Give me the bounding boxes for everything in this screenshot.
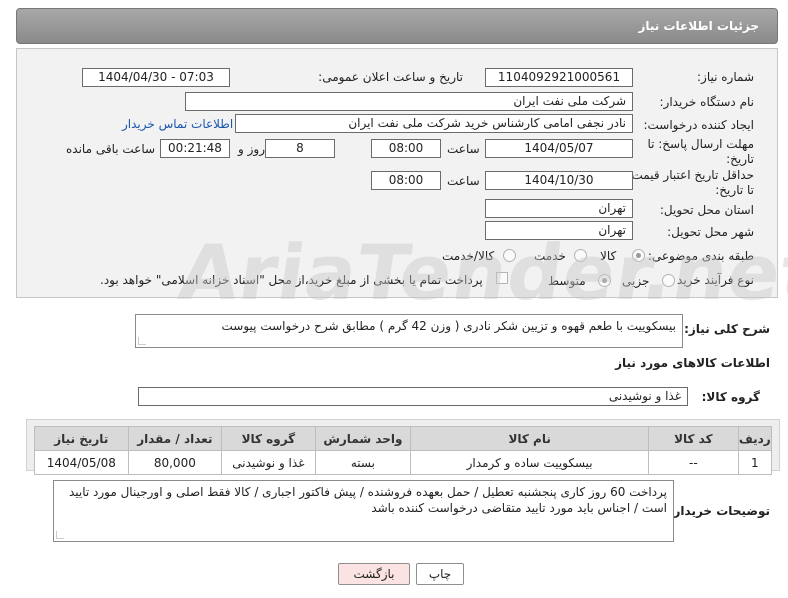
description-text: بیسکوییت با طعم قهوه و تزیین شکر نادری (…	[221, 319, 676, 333]
province-field: تهران	[485, 199, 633, 218]
deadline-time-field: 08:00	[371, 139, 441, 158]
category-radio-service[interactable]	[574, 249, 587, 262]
days-remaining-field: 8	[265, 139, 335, 158]
description-label: شرح کلی نیاز:	[684, 322, 770, 336]
buyer-notes-textarea[interactable]: پرداخت 60 روز کاری پنجشنبه تعطیل / حمل ب…	[53, 480, 674, 542]
price-validity-time-field: 08:00	[371, 171, 441, 190]
need-number-field: 1104092921000561	[485, 68, 633, 87]
col-header-quantity: تعداد / مقدار	[127, 426, 223, 451]
cell-item-group: غذا و نوشیدنی	[221, 450, 316, 475]
buyer-notes-label: توضیحات خریدار:	[668, 504, 770, 518]
category-option-goods: کالا	[600, 249, 617, 263]
buyer-org-field: شرکت ملی نفت ایران	[185, 92, 633, 111]
col-header-item-name: نام کالا	[410, 426, 650, 451]
buyer-org-label: نام دستگاه خریدار:	[659, 95, 755, 109]
cell-need-date: 1404/05/08	[34, 450, 129, 475]
price-validity-label-line1: حداقل تاریخ اعتبار قیمت:	[627, 168, 754, 182]
page-title: جزئیات اطلاعات نیاز	[638, 19, 759, 33]
city-label: شهر محل تحویل:	[667, 225, 754, 239]
cell-item-name: بیسکوییت ساده و کرمدار	[410, 450, 650, 475]
treasury-payment-note: پرداخت تمام یا بخشی از مبلغ خرید،از محل …	[100, 273, 483, 287]
creator-field: نادر نجفی امامی کارشناس خرید شرکت ملی نف…	[235, 114, 633, 133]
col-header-row-number: ردیف	[737, 426, 773, 451]
province-label: استان محل تحویل:	[659, 203, 754, 217]
deadline-label-line1: مهلت ارسال پاسخ: تا	[647, 137, 754, 151]
cell-item-code: --	[648, 450, 739, 475]
process-option-minor: جزیی	[622, 274, 650, 288]
goods-table-header-row: ردیف کد کالا نام کالا واحد شمارش گروه کا…	[34, 426, 773, 451]
deadline-label-line2: تاریخ:	[726, 152, 754, 166]
deadline-time-label: ساعت	[447, 142, 480, 156]
category-label: طبقه بندی موضوعی:	[647, 249, 754, 263]
category-option-goods-service: کالا/خدمت	[442, 249, 495, 263]
treasury-payment-checkbox[interactable]	[496, 272, 508, 284]
cell-quantity: 80,000	[127, 450, 223, 475]
deadline-date-field: 1404/05/07	[485, 139, 633, 158]
process-radio-medium[interactable]	[598, 274, 611, 287]
goods-group-label: گروه کالا:	[701, 390, 760, 404]
back-button[interactable]: بازگشت	[338, 563, 410, 585]
process-radio-minor[interactable]	[662, 274, 675, 287]
col-header-item-group: گروه کالا	[221, 426, 316, 451]
announce-date-label: تاریخ و ساعت اعلان عمومی:	[318, 70, 463, 84]
price-validity-label-line2: تا تاریخ:	[715, 183, 754, 197]
cell-unit: بسته	[314, 450, 412, 475]
resize-handle-icon[interactable]	[138, 337, 146, 345]
city-field: تهران	[485, 221, 633, 240]
goods-group-field: غذا و نوشیدنی	[138, 387, 688, 406]
days-label: روز و	[238, 142, 265, 156]
col-header-item-code: کد کالا	[648, 426, 739, 451]
remaining-time-label: ساعت باقی مانده	[66, 142, 156, 156]
process-option-medium: متوسط	[548, 274, 586, 288]
category-option-service: خدمت	[534, 249, 566, 263]
process-type-label: نوع فرآیند خرید :	[669, 273, 754, 287]
goods-info-title: اطلاعات کالاهای مورد نیاز	[615, 356, 770, 370]
buyer-contact-link[interactable]: اطلاعات تماس خریدار	[122, 117, 233, 131]
description-textarea[interactable]: بیسکوییت با طعم قهوه و تزیین شکر نادری (…	[135, 314, 683, 348]
resize-handle-icon[interactable]	[56, 531, 64, 539]
creator-label: ایجاد کننده درخواست:	[643, 118, 754, 132]
cell-row-number: 1	[737, 450, 773, 475]
need-number-label: شماره نیاز:	[697, 70, 754, 84]
page-header: جزئیات اطلاعات نیاز	[16, 8, 778, 44]
category-radio-goods-service[interactable]	[503, 249, 516, 262]
price-validity-date-field: 1404/10/30	[485, 171, 633, 190]
buyer-notes-text: پرداخت 60 روز کاری پنجشنبه تعطیل / حمل ب…	[68, 485, 667, 515]
price-validity-time-label: ساعت	[447, 174, 480, 188]
col-header-unit: واحد شمارش	[314, 426, 412, 451]
category-radio-goods[interactable]	[632, 249, 645, 262]
goods-table: ردیف کد کالا نام کالا واحد شمارش گروه کا…	[34, 426, 773, 475]
remaining-time-field: 00:21:48	[160, 139, 230, 158]
table-row: 1 -- بیسکوییت ساده و کرمدار بسته غذا و ن…	[34, 450, 773, 475]
announce-date-field: 1404/04/30 - 07:03	[82, 68, 230, 87]
print-button[interactable]: چاپ	[416, 563, 464, 585]
col-header-need-date: تاریخ نیاز	[34, 426, 129, 451]
